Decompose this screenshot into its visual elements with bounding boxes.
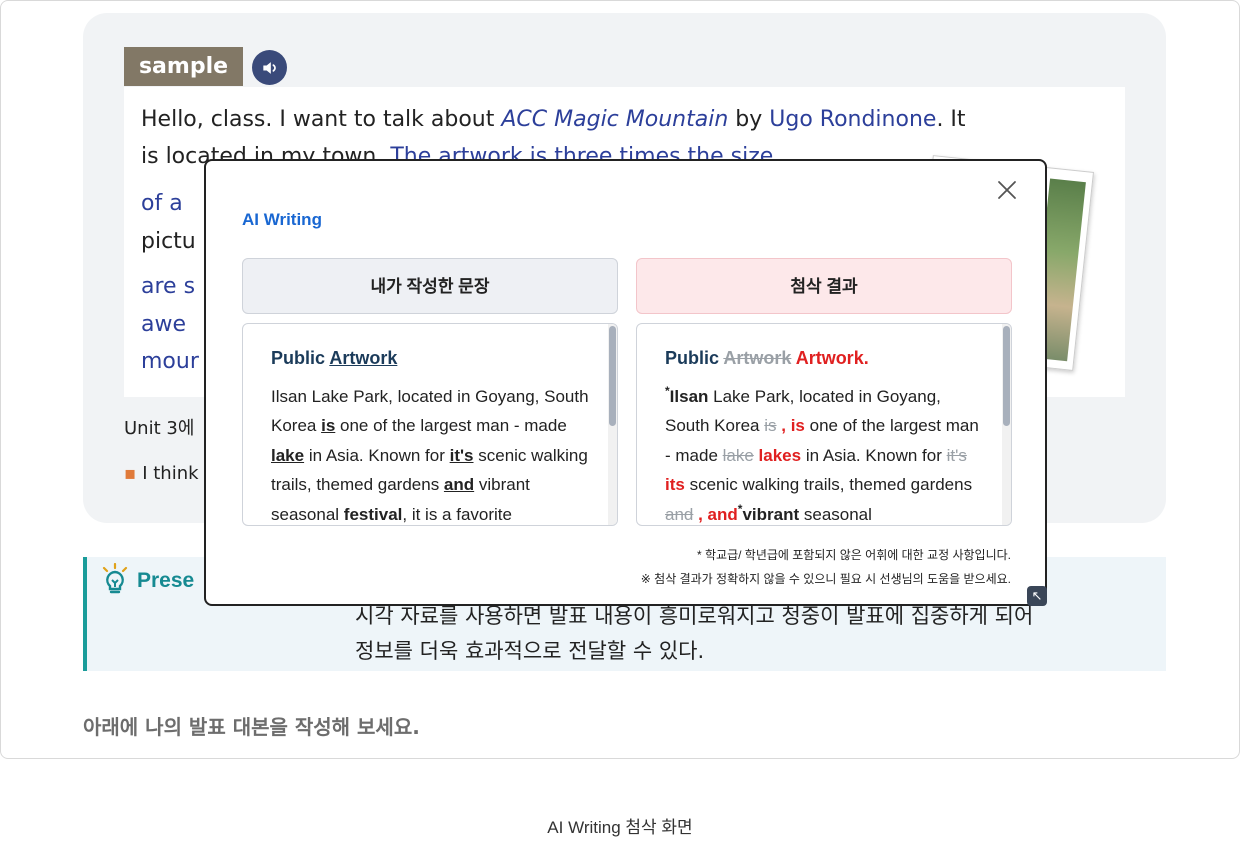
inserted-word: lakes bbox=[753, 445, 802, 465]
ai-writing-modal: AI Writing 내가 작성한 문장 첨삭 결과 Public Artwor… bbox=[204, 159, 1047, 606]
passage-text: Hello, class. I want to talk about bbox=[141, 107, 502, 132]
passage-text: . It bbox=[936, 107, 966, 132]
flagged-word: vibrant bbox=[742, 504, 800, 524]
close-icon[interactable] bbox=[995, 178, 1019, 202]
passage-line-3: of a bbox=[141, 191, 183, 216]
vocab-asterisk: * bbox=[665, 383, 670, 398]
inserted-word: its bbox=[665, 475, 685, 494]
marked-word: Artwork bbox=[329, 348, 398, 368]
deleted-word: Artwork bbox=[723, 348, 792, 368]
deleted-word: is bbox=[764, 416, 777, 435]
audio-play-button[interactable] bbox=[252, 50, 287, 85]
correction-result-text: Public Artwork Artwork. *Ilsan Lake Park… bbox=[665, 344, 985, 525]
lightbulb-icon bbox=[102, 563, 128, 594]
passage-line-5: are s bbox=[141, 274, 196, 299]
passage-line-1: Hello, class. I want to talk about ACC M… bbox=[141, 105, 966, 135]
tip-title: Prese bbox=[137, 569, 195, 592]
passage-line-7: mour bbox=[141, 349, 199, 374]
sample-tag: sample bbox=[124, 47, 243, 86]
writing-instruction: 아래에 나의 발표 대본을 작성해 보세요. bbox=[83, 715, 420, 739]
my-sentence-header: 내가 작성한 문장 bbox=[242, 258, 618, 314]
deleted-word: it's bbox=[946, 445, 967, 465]
scrollbar[interactable] bbox=[1002, 324, 1011, 525]
lesson-frame: sample Hello, class. I want to talk abou… bbox=[0, 0, 1240, 759]
scrollbar[interactable] bbox=[608, 324, 617, 525]
deleted-word: and bbox=[665, 504, 694, 524]
result-title: Public Artwork Artwork. bbox=[665, 348, 869, 368]
bullet-item: ▪ I think bbox=[124, 463, 199, 484]
artist-name: Ugo Rondinone bbox=[769, 107, 937, 132]
correction-result-header: 첨삭 결과 bbox=[636, 258, 1012, 314]
marked-word: it's bbox=[449, 445, 474, 465]
marked-word: festival bbox=[343, 504, 403, 524]
artwork-name: ACC Magic Mountain bbox=[501, 107, 729, 132]
vocab-note: * 학교급/ 학년급에 포함되지 않은 어휘에 대한 교정 사항입니다. bbox=[696, 548, 1011, 562]
tip-body: 시각 자료를 사용하면 발표 내용이 흥미로워지고 청중이 발표에 집중하게 되… bbox=[355, 599, 1033, 669]
marked-word: and bbox=[443, 475, 475, 494]
marked-word: lake bbox=[271, 445, 305, 465]
deleted-word: lake bbox=[722, 445, 754, 465]
passage-line-6: awe bbox=[141, 312, 187, 337]
my-sentence-panel[interactable]: Public Artwork Ilsan Lake Park, located … bbox=[242, 323, 618, 526]
flagged-word: Ilsan bbox=[669, 386, 709, 406]
resize-arrow-icon[interactable]: ↖ bbox=[1027, 586, 1047, 606]
bullet-text: I think bbox=[142, 463, 199, 484]
my-sentence-text: Public Artwork Ilsan Lake Park, located … bbox=[271, 344, 591, 525]
passage-text: by bbox=[728, 107, 770, 132]
accuracy-note: ※ 첨삭 결과가 정확하지 않을 수 있으니 필요 시 선생님의 도움을 받으세… bbox=[640, 572, 1011, 586]
scroll-thumb[interactable] bbox=[1003, 326, 1010, 426]
modal-title: AI Writing bbox=[242, 210, 322, 229]
correction-result-panel[interactable]: Public Artwork Artwork. *Ilsan Lake Park… bbox=[636, 323, 1012, 526]
inserted-word: , is bbox=[776, 416, 805, 435]
inserted-word: , and bbox=[693, 504, 738, 524]
my-sentence-title: Public Artwork bbox=[271, 348, 398, 368]
unit-text: Unit 3에 bbox=[124, 418, 195, 439]
scroll-thumb[interactable] bbox=[609, 326, 616, 426]
passage-line-4: pictu bbox=[141, 229, 196, 254]
speaker-icon bbox=[262, 61, 276, 74]
marked-word: is bbox=[321, 416, 336, 435]
passage-text: is loca bbox=[141, 144, 211, 169]
inserted-word: Artwork. bbox=[791, 348, 869, 368]
vocab-asterisk: * bbox=[737, 501, 743, 516]
figure-caption: AI Writing 첨삭 화면 bbox=[547, 818, 693, 837]
tip-body-line: 정보를 더욱 효과적으로 전달할 수 있다. bbox=[355, 639, 705, 663]
